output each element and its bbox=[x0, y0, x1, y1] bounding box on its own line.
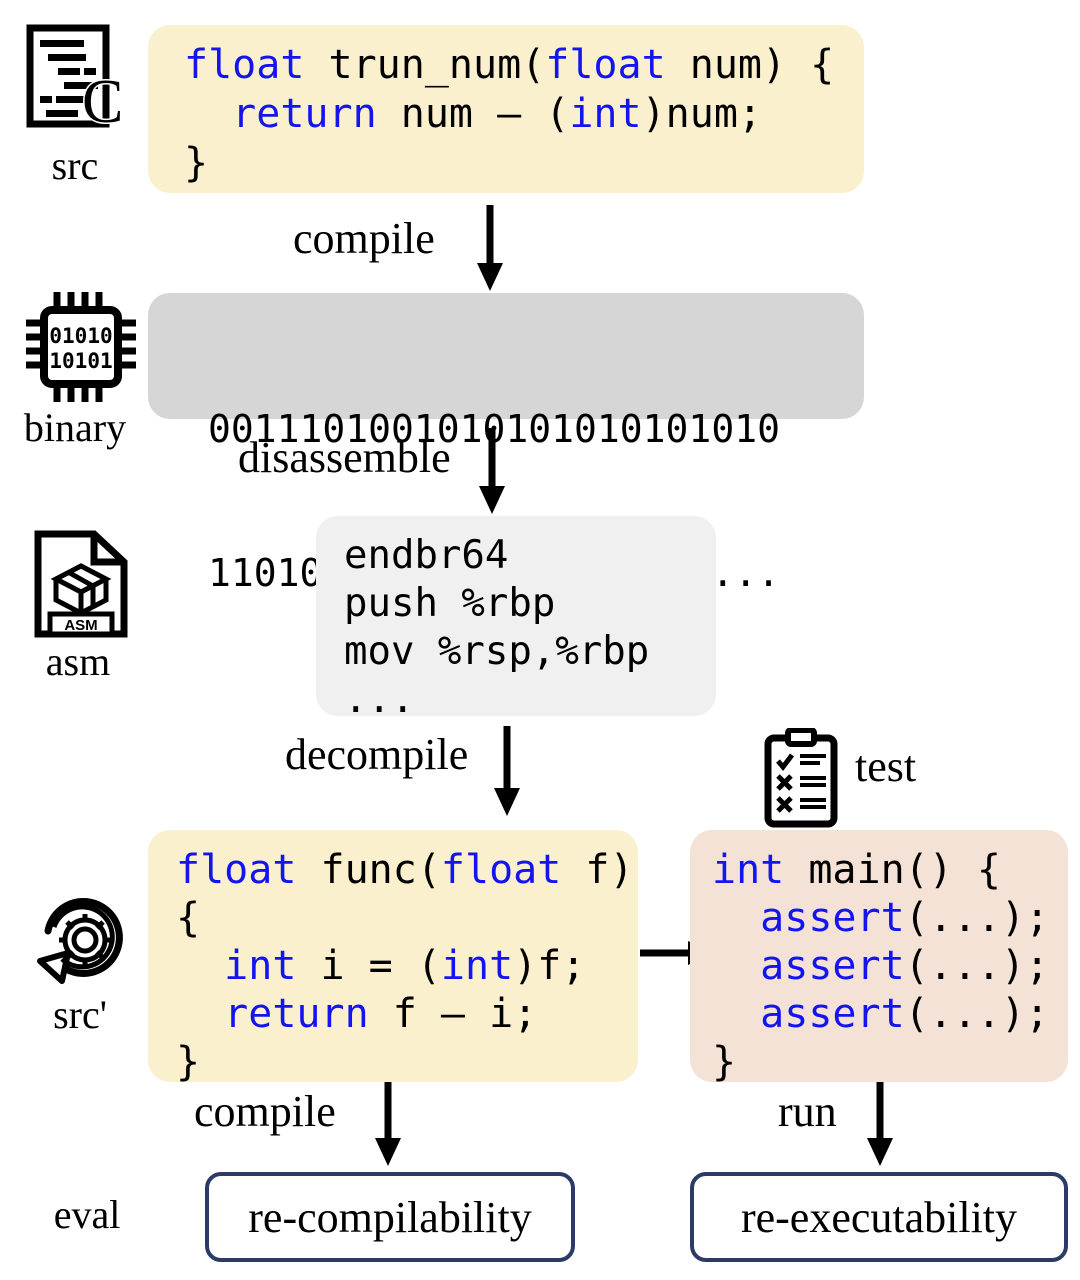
stage-label-srcp: src' bbox=[53, 992, 107, 1037]
edge-label-disassemble: disassemble bbox=[238, 433, 451, 482]
chip-binary-line2: 10101 bbox=[49, 349, 112, 373]
eval-box-reexecutability[interactable]: re-executability bbox=[690, 1172, 1068, 1262]
eval-box-reexecutability-label: re-executability bbox=[740, 1192, 1018, 1242]
edge-label-run: run bbox=[778, 1087, 837, 1136]
src-code-block: float trun_num(float num) { return num –… bbox=[148, 25, 864, 193]
edge-label-decompile: decompile bbox=[285, 730, 469, 779]
test-harness-text: int main() { assert(...); assert(...); a… bbox=[712, 847, 1050, 1085]
eval-box-recompilability-label: re-compilability bbox=[248, 1192, 532, 1242]
edge-label-compile-top: compile bbox=[293, 214, 435, 263]
stage-label-eval: eval bbox=[53, 1192, 121, 1237]
edge-label-compile-bottom: compile bbox=[194, 1087, 336, 1136]
arrow-disassemble bbox=[474, 428, 510, 514]
arrow-compile-top bbox=[472, 205, 508, 291]
stage-label-binary: binary bbox=[23, 405, 127, 450]
test-harness-block: int main() { assert(...); assert(...); a… bbox=[690, 830, 1068, 1085]
clipboard-checklist-icon bbox=[760, 727, 842, 830]
cpu-chip-icon: 01010 10101 bbox=[22, 288, 140, 406]
decompiled-code-text: float func(float f) { int i = (int)f; re… bbox=[176, 847, 634, 1085]
arrow-compile-bottom bbox=[370, 1082, 406, 1166]
asm-badge-text: ASM bbox=[64, 617, 97, 634]
arrow-run bbox=[862, 1082, 898, 1166]
decompiled-code-block: float func(float f) { int i = (int)f; re… bbox=[148, 830, 638, 1085]
diagram-canvas: C src float trun_num(float num) { return… bbox=[0, 0, 1080, 1280]
stage-label-src: src bbox=[51, 143, 99, 188]
recompile-gear-icon bbox=[28, 885, 138, 995]
eval-box-recompilability[interactable]: re-compilability bbox=[205, 1172, 575, 1262]
binary-block: 0011101001010101010101010 11010101011010… bbox=[148, 293, 864, 595]
c-source-file-icon: C bbox=[22, 22, 134, 144]
src-code-text: float trun_num(float num) { return num –… bbox=[184, 42, 835, 186]
svg-text:C: C bbox=[82, 68, 123, 136]
asm-file-icon: ASM bbox=[28, 528, 134, 640]
stage-label-test: test bbox=[855, 742, 917, 791]
chip-binary-line1: 01010 bbox=[49, 324, 112, 348]
asm-code-block: endbr64 push %rbp mov %rsp,%rbp ... bbox=[316, 516, 716, 722]
stage-label-asm: asm bbox=[45, 639, 111, 684]
asm-code-text: endbr64 push %rbp mov %rsp,%rbp ... bbox=[344, 533, 650, 722]
arrow-decompile bbox=[489, 726, 525, 816]
